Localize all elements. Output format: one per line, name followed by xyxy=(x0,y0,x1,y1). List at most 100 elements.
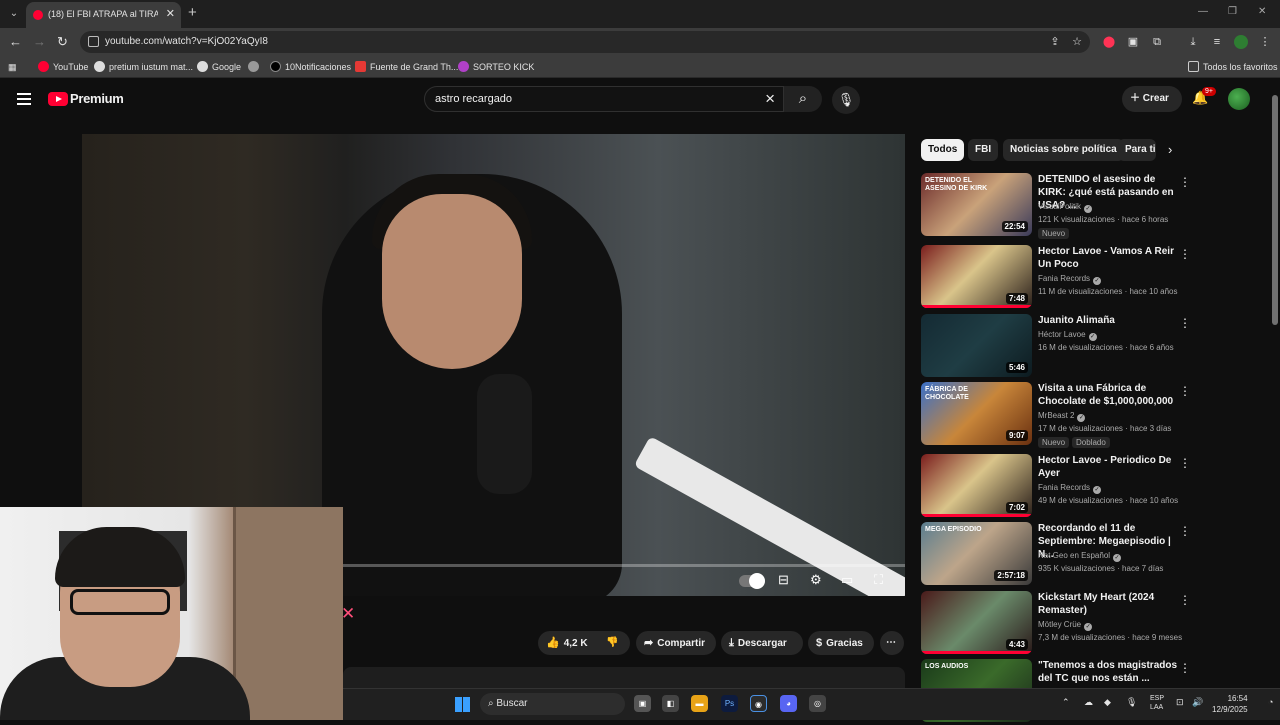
bookmark-sorteo-kick[interactable]: SORTEO KICK xyxy=(458,60,534,74)
all-bookmarks[interactable]: Todos los favoritos xyxy=(1188,60,1278,74)
recommendation-thumbnail[interactable]: 7:48 xyxy=(921,245,1032,308)
recommendation-thumbnail[interactable]: 4:43 xyxy=(921,591,1032,654)
page-scrollbar[interactable] xyxy=(1272,95,1278,325)
install-icon[interactable]: ⇪ xyxy=(1048,35,1062,49)
recommendation-item[interactable]: 4:43 Kickstart My Heart (2024 Remaster) Mö… xyxy=(921,591,1271,657)
widgets-icon[interactable]: ◧ xyxy=(662,695,679,712)
thumbs-down-icon[interactable]: 👎 xyxy=(606,631,618,655)
fullscreen-icon[interactable]: ⛶ xyxy=(874,572,883,588)
file-explorer-icon[interactable]: ▬ xyxy=(691,695,708,712)
volume-icon[interactable]: 🔊 xyxy=(1192,697,1203,708)
youtube-logo-icon[interactable] xyxy=(48,92,68,106)
bookmark-google[interactable]: Google xyxy=(197,60,241,74)
back-icon[interactable]: ← xyxy=(9,34,22,49)
windows-start-icon[interactable] xyxy=(455,697,470,712)
downloads-icon[interactable]: ⤓ xyxy=(1186,35,1200,49)
onedrive-icon[interactable]: ☁ xyxy=(1084,697,1093,708)
bookmark-star-icon[interactable]: ☆ xyxy=(1070,35,1084,49)
more-options-icon[interactable]: ⋮ xyxy=(1179,456,1191,470)
description-box[interactable] xyxy=(343,667,905,689)
photoshop-icon[interactable]: Ps xyxy=(721,695,738,712)
more-actions-button[interactable]: ⋯ xyxy=(880,631,904,655)
more-options-icon[interactable]: ⋮ xyxy=(1179,316,1191,330)
extension-icon[interactable]: ▣ xyxy=(1126,35,1140,49)
chrome-menu-icon[interactable]: ⋮ xyxy=(1258,35,1272,49)
chip-para-ti[interactable]: Para ti xyxy=(1118,139,1156,161)
extension-red-icon[interactable]: ⬤ xyxy=(1102,35,1116,49)
profile-avatar-icon[interactable] xyxy=(1234,35,1248,49)
recommendation-title[interactable]: Juanito Alimaña xyxy=(1038,314,1178,327)
chip-politics[interactable]: Noticias sobre política xyxy=(1003,139,1124,161)
search-button[interactable]: ⌕ xyxy=(784,86,822,112)
chip-fbi[interactable]: FBI xyxy=(968,139,999,161)
more-options-icon[interactable]: ⋮ xyxy=(1179,175,1191,189)
recommendation-item[interactable]: MEGA EPISODIO 2:57:18 Recordando el 11 de … xyxy=(921,522,1271,588)
language-indicator[interactable]: ESP LAA xyxy=(1150,694,1164,712)
recommendation-thumbnail[interactable]: 7:02 xyxy=(921,454,1032,517)
close-tab-icon[interactable]: ✕ xyxy=(166,7,175,20)
app-icon[interactable]: ◎ xyxy=(809,695,826,712)
recommendation-thumbnail[interactable]: MEGA EPISODIO 2:57:18 xyxy=(921,522,1032,585)
security-icon[interactable]: ◆ xyxy=(1104,697,1111,708)
recommendation-title[interactable]: Kickstart My Heart (2024 Remaster) xyxy=(1038,591,1178,617)
recommendation-thumbnail[interactable]: FÁBRICA DE CHOCOLATE 9:07 xyxy=(921,382,1032,445)
media-control-icon[interactable]: ≡ xyxy=(1210,35,1224,49)
bookmark-globe[interactable] xyxy=(248,60,263,74)
extensions-puzzle-icon[interactable]: ⧉ xyxy=(1150,35,1164,49)
minimize-icon[interactable]: — xyxy=(1198,6,1208,17)
channel-name[interactable]: Fania Records ✓ xyxy=(1038,483,1102,494)
close-window-icon[interactable]: ✕ xyxy=(1258,6,1266,17)
account-avatar[interactable] xyxy=(1228,88,1250,110)
restore-icon[interactable]: ❐ xyxy=(1228,6,1237,17)
like-button[interactable]: 👍 4,2 K 👎 xyxy=(538,631,630,655)
recommendation-thumbnail[interactable]: 5:46 xyxy=(921,314,1032,377)
reload-icon[interactable]: ↻ xyxy=(57,34,68,50)
channel-name[interactable]: Héctor Lavoe ✓ xyxy=(1038,330,1097,341)
clear-search-icon[interactable]: × xyxy=(765,89,775,109)
recommendation-item[interactable]: DETENIDO EL ASESINO DE KIRK 22:54 DETENIDO… xyxy=(921,173,1271,239)
mic-tray-icon[interactable]: 🎙 xyxy=(1126,697,1137,708)
voice-search-button[interactable]: 🎙 xyxy=(832,86,860,114)
bookmark-pretium[interactable]: pretium iustum mat... xyxy=(94,60,193,74)
forward-icon[interactable]: → xyxy=(33,34,46,49)
discord-icon[interactable]: ◕ xyxy=(780,695,797,712)
recommendation-title[interactable]: Hector Lavoe - Vamos A Reir Un Poco xyxy=(1038,245,1178,271)
more-options-icon[interactable]: ⋮ xyxy=(1179,593,1191,607)
bookmark-grand-theft[interactable]: Fuente de Grand Th... xyxy=(355,60,458,74)
recommendation-item[interactable]: 5:46 Juanito Alimaña Héctor Lavoe ✓ 16 M de … xyxy=(921,314,1271,380)
close-overlay-icon[interactable]: ✕ xyxy=(341,604,355,624)
recommendation-item[interactable]: 7:48 Hector Lavoe - Vamos A Reir Un Poco F… xyxy=(921,245,1271,311)
recommendation-thumbnail[interactable]: DETENIDO EL ASESINO DE KIRK 22:54 xyxy=(921,173,1032,236)
theater-mode-icon[interactable]: ▭ xyxy=(841,572,853,588)
more-options-icon[interactable]: ⋮ xyxy=(1179,524,1191,538)
logo-text[interactable]: Premium xyxy=(70,91,124,106)
recommendation-title[interactable]: Visita a una Fábrica de Chocolate de $1,… xyxy=(1038,382,1178,408)
download-button[interactable]: ⤓ Descargar xyxy=(721,631,803,655)
network-icon[interactable]: ⊡ xyxy=(1176,697,1184,708)
new-tab-icon[interactable]: + xyxy=(188,4,197,21)
address-bar[interactable]: youtube.com/watch?v=KjO02YaQyI8 ⇪ ☆ xyxy=(80,31,1090,53)
channel-name[interactable]: VisualPolitik ✓ xyxy=(1038,202,1092,213)
recommendation-item[interactable]: FÁBRICA DE CHOCOLATE 9:07 Visita a una Fáb… xyxy=(921,382,1271,448)
taskbar-search[interactable]: ⌕ Buscar xyxy=(480,693,625,715)
notification-center-icon[interactable]: ◔ xyxy=(1268,697,1273,707)
recommendation-title[interactable]: "Tenemos a dos magistrados del TC que no… xyxy=(1038,659,1178,685)
channel-name[interactable]: Mötley Crüe ✓ xyxy=(1038,620,1093,631)
channel-name[interactable]: Nat Geo en Español ✓ xyxy=(1038,551,1122,562)
channel-name[interactable]: Fania Records ✓ xyxy=(1038,274,1102,285)
site-info-icon[interactable] xyxy=(88,36,99,47)
channel-name[interactable]: MrBeast 2 ✓ xyxy=(1038,411,1086,422)
share-button[interactable]: ➦ Compartir xyxy=(636,631,716,655)
subtitles-icon[interactable]: ⊟ xyxy=(778,572,789,588)
create-button[interactable]: ＋ Crear xyxy=(1122,86,1182,112)
recommendation-title[interactable]: Hector Lavoe - Periodico De Ayer xyxy=(1038,454,1178,480)
apps-icon[interactable]: ▦ xyxy=(8,60,17,74)
tab-search-icon[interactable]: ⌄ xyxy=(6,6,22,22)
more-options-icon[interactable]: ⋮ xyxy=(1179,247,1191,261)
more-options-icon[interactable]: ⋮ xyxy=(1179,384,1191,398)
settings-gear-icon[interactable]: ⚙ xyxy=(810,572,822,588)
thanks-button[interactable]: $ Gracias xyxy=(808,631,874,655)
task-view-icon[interactable]: ▣ xyxy=(634,695,651,712)
chip-todos[interactable]: Todos xyxy=(921,139,965,161)
bookmark-youtube[interactable]: YouTube xyxy=(38,60,88,74)
